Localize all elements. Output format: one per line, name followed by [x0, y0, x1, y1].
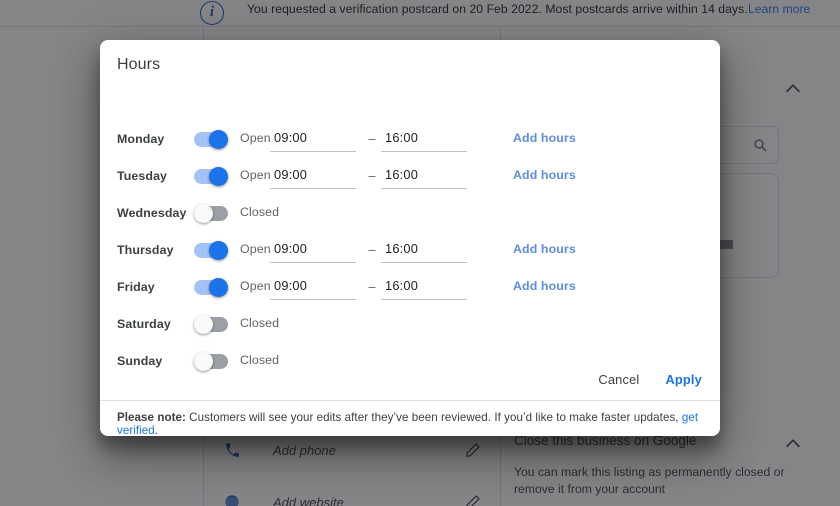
day-label-saturday: Saturday [117, 317, 171, 331]
toggle-knob [209, 130, 228, 149]
state-label-monday: Open [240, 131, 271, 145]
hours-row: Tuesday Open – Add hours [100, 163, 720, 200]
day-label-thursday: Thursday [117, 243, 174, 257]
state-label-sunday: Closed [240, 353, 280, 367]
add-hours-link-thursday[interactable]: Add hours [513, 242, 576, 256]
state-label-friday: Open [240, 279, 271, 293]
open-toggle-monday[interactable] [194, 130, 228, 149]
hours-dialog: Hours Monday Open – Add hours Tuesday Open – Ad… [100, 40, 720, 436]
toggle-knob [209, 167, 228, 186]
toggle-knob [194, 204, 213, 223]
add-hours-link-monday[interactable]: Add hours [513, 131, 576, 145]
day-label-sunday: Sunday [117, 354, 163, 368]
hours-rows-container: Monday Open – Add hours Tuesday Open – Add hour… [100, 126, 720, 385]
close-time-input-monday[interactable] [381, 126, 467, 152]
please-note-suffix: . [154, 424, 159, 436]
toggle-knob [209, 241, 228, 260]
time-range-dash: – [368, 279, 376, 294]
state-label-thursday: Open [240, 242, 271, 256]
screen: i You requested a verification postcard … [0, 0, 840, 506]
note-divider [100, 400, 720, 401]
day-label-friday: Friday [117, 280, 155, 294]
open-toggle-wednesday[interactable] [194, 204, 228, 223]
dialog-actions: Cancel Apply [598, 372, 702, 387]
please-note-body: Customers will see your edits after they… [185, 411, 682, 424]
open-toggle-saturday[interactable] [194, 315, 228, 334]
apply-button[interactable]: Apply [665, 372, 702, 387]
hours-row: Friday Open – Add hours [100, 274, 720, 311]
open-time-input-monday[interactable] [270, 126, 356, 152]
close-time-input-thursday[interactable] [381, 237, 467, 263]
dialog-title: Hours [117, 56, 161, 73]
state-label-saturday: Closed [240, 316, 280, 330]
state-label-tuesday: Open [240, 168, 271, 182]
state-label-wednesday: Closed [240, 205, 280, 219]
toggle-knob [194, 352, 213, 371]
open-time-input-friday[interactable] [270, 274, 356, 300]
time-range-dash: – [368, 242, 376, 257]
day-label-monday: Monday [117, 132, 165, 146]
hours-row: Saturday Closed [100, 311, 720, 348]
open-toggle-tuesday[interactable] [194, 167, 228, 186]
day-label-wednesday: Wednesday [117, 206, 187, 220]
add-hours-link-tuesday[interactable]: Add hours [513, 168, 576, 182]
time-range-dash: – [368, 131, 376, 146]
please-note-prefix: Please note: [117, 411, 186, 424]
toggle-knob [209, 278, 228, 297]
hours-row: Monday Open – Add hours [100, 126, 720, 163]
open-toggle-thursday[interactable] [194, 241, 228, 260]
toggle-knob [194, 315, 213, 334]
open-time-input-tuesday[interactable] [270, 163, 356, 189]
cancel-button[interactable]: Cancel [598, 372, 639, 387]
open-toggle-friday[interactable] [194, 278, 228, 297]
close-time-input-friday[interactable] [381, 274, 467, 300]
close-time-input-tuesday[interactable] [381, 163, 467, 189]
time-range-dash: – [368, 168, 376, 183]
open-time-input-thursday[interactable] [270, 237, 356, 263]
hours-row: Thursday Open – Add hours [100, 237, 720, 274]
please-note-text: Please note: Customers will see your edi… [117, 411, 720, 436]
day-label-tuesday: Tuesday [117, 169, 168, 183]
hours-row: Wednesday Closed [100, 200, 720, 237]
add-hours-link-friday[interactable]: Add hours [513, 279, 576, 293]
open-toggle-sunday[interactable] [194, 352, 228, 371]
